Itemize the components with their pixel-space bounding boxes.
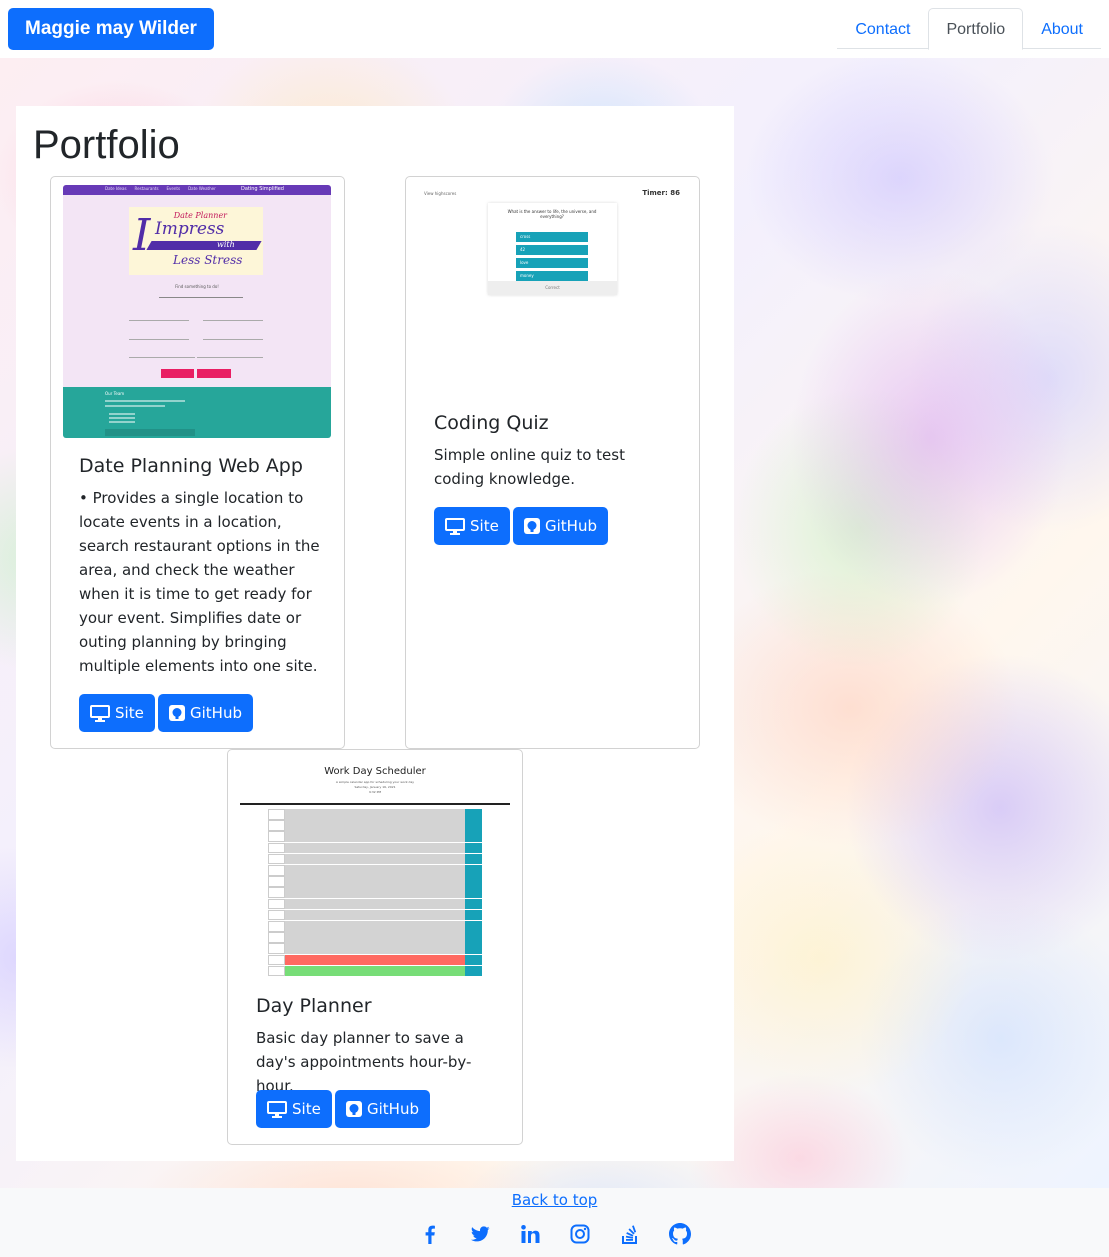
thumb-footer-heading: Our Team <box>105 391 125 396</box>
site-button-label: Site <box>292 1100 321 1118</box>
planner-thumb-row <box>268 853 482 865</box>
tab-about[interactable]: About <box>1023 8 1101 49</box>
page-title: Portfolio <box>33 123 180 167</box>
linkedin-icon[interactable] <box>519 1223 541 1245</box>
social-links <box>0 1223 1109 1245</box>
thumb-nav-link: Date Ideas <box>105 186 127 191</box>
project-description: Basic day planner to save a day's appoin… <box>256 1029 472 1095</box>
github-icon[interactable] <box>668 1223 691 1245</box>
github-button-label: GitHub <box>190 704 242 722</box>
stack-overflow-icon[interactable] <box>619 1223 641 1245</box>
planner-thumb-row <box>268 887 482 898</box>
thumb-scheduler-heading: Work Day Scheduler <box>324 766 426 777</box>
planner-rows <box>268 809 482 977</box>
thumb-quiz-result: Correct <box>488 281 617 295</box>
thumb-search-heading: Find something to do! <box>175 284 219 289</box>
project-title: Day Planner <box>256 995 372 1017</box>
portfolio-section: Portfolio Date Ideas Restaurants Events … <box>16 106 734 1161</box>
project-card-day-planner: Work Day Scheduler A simple calendar app… <box>227 749 523 1145</box>
thumb-quiz-answer: 42 <box>516 245 588 255</box>
site-button-label: Site <box>470 517 499 535</box>
facebook-icon[interactable] <box>419 1223 441 1245</box>
planner-thumb-row <box>268 809 482 820</box>
thumb-nav-brand: Dating Simplified <box>241 186 284 192</box>
thumb-nav-link: Date Weather <box>188 186 216 191</box>
thumb-scheduler-time: 9:32 PM <box>368 790 382 794</box>
github-button[interactable]: GitHub <box>158 694 253 732</box>
site-button-label: Site <box>115 704 144 722</box>
instagram-icon[interactable] <box>569 1223 591 1245</box>
desktop-icon <box>445 517 465 535</box>
tab-contact[interactable]: Contact <box>837 8 928 49</box>
back-to-top-link[interactable]: Back to top <box>512 1191 598 1209</box>
thumb-scheduler-date: Saturday, January 16, 2021 <box>354 785 396 789</box>
project-card-date-planning: Date Ideas Restaurants Events Date Weath… <box>50 176 345 749</box>
planner-thumb-row <box>268 943 482 954</box>
planner-thumb-row <box>268 954 482 966</box>
site-button[interactable]: Site <box>79 694 155 732</box>
coding-quiz-screenshot: View highscores Timer: 86 What is the an… <box>418 185 686 395</box>
desktop-icon <box>90 704 110 722</box>
thumb-quiz-answer: love <box>516 258 588 268</box>
desktop-icon <box>267 1100 287 1118</box>
footer: Back to top <box>0 1188 1109 1257</box>
thumb-nav-link: Restaurants <box>134 186 159 191</box>
nav-tabs: Contact Portfolio About <box>837 8 1101 50</box>
thumb-scheduler-subheading: A simple calendar app for scheduling you… <box>335 780 415 784</box>
brand-button[interactable]: Maggie may Wilder <box>8 8 214 50</box>
project-description: • Provides a single location to locate e… <box>79 489 320 675</box>
planner-thumb-row <box>268 820 482 831</box>
thumb-quiz-answer: cross <box>516 232 588 242</box>
planner-thumb-row <box>268 909 482 921</box>
github-button[interactable]: GitHub <box>335 1090 430 1128</box>
site-button[interactable]: Site <box>434 507 510 545</box>
impress-logo: Date Planner I Impress with Less Stress <box>129 207 263 275</box>
twitter-icon[interactable] <box>469 1223 491 1245</box>
planner-thumb-row <box>268 921 482 932</box>
planner-thumb-row <box>268 831 482 842</box>
planner-thumb-row <box>268 865 482 876</box>
planner-thumb-row <box>268 965 482 977</box>
planner-thumb-row <box>268 876 482 887</box>
planner-thumb-row <box>268 932 482 943</box>
github-square-icon <box>346 1101 362 1117</box>
thumb-highscores-link: View highscores <box>424 191 457 196</box>
github-button-label: GitHub <box>545 517 597 535</box>
project-title: Date Planning Web App <box>79 455 303 477</box>
project-card-coding-quiz: View highscores Timer: 86 What is the an… <box>405 176 700 749</box>
project-description: Simple online quiz to test coding knowle… <box>434 446 625 488</box>
github-button-label: GitHub <box>367 1100 419 1118</box>
tab-portfolio[interactable]: Portfolio <box>928 8 1024 50</box>
thumb-quiz-question: What is the answer to life, the universe… <box>507 209 597 219</box>
navbar: Maggie may Wilder Contact Portfolio Abou… <box>0 0 1109 58</box>
planner-thumb-row <box>268 898 482 910</box>
day-planner-screenshot: Work Day Scheduler A simple calendar app… <box>240 762 510 980</box>
github-square-icon <box>169 705 185 721</box>
github-button[interactable]: GitHub <box>513 507 608 545</box>
site-button[interactable]: Site <box>256 1090 332 1128</box>
planner-thumb-row <box>268 842 482 854</box>
thumb-quiz-answer: money <box>516 271 588 281</box>
project-title: Coding Quiz <box>434 412 549 434</box>
thumb-nav-link: Events <box>166 186 181 191</box>
thumb-timer: Timer: 86 <box>642 189 680 197</box>
date-planning-screenshot: Date Ideas Restaurants Events Date Weath… <box>63 185 331 438</box>
github-square-icon <box>524 518 540 534</box>
